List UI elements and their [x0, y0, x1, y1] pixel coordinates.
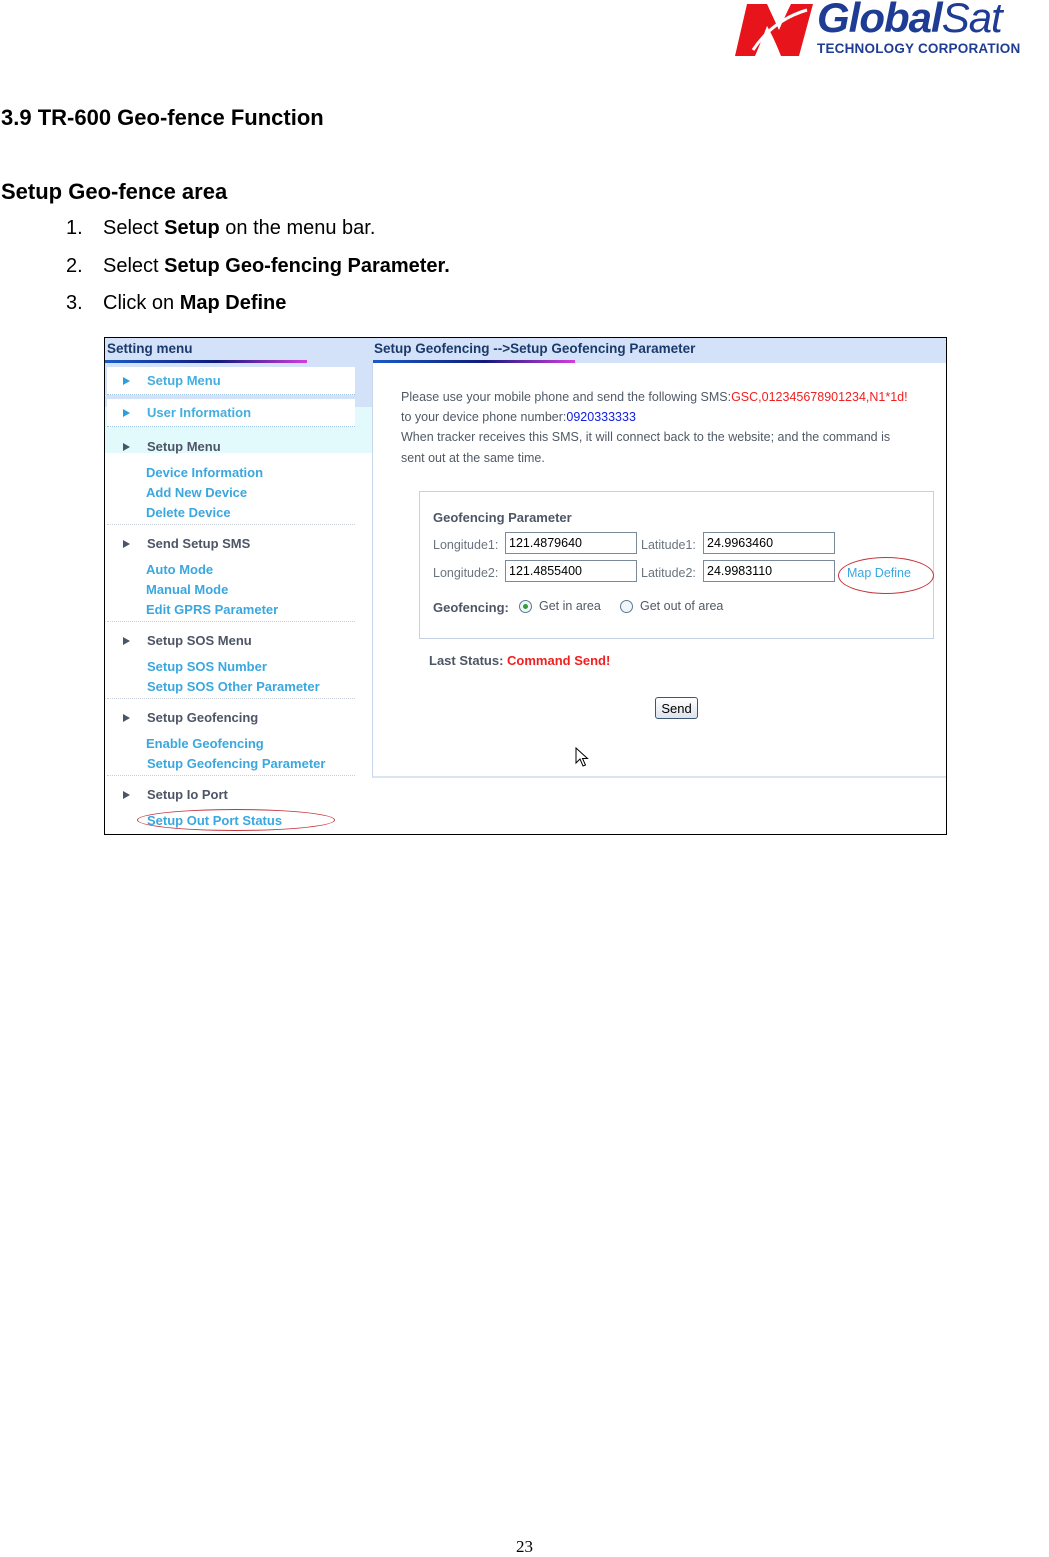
- menu-link-auto-mode[interactable]: Auto Mode: [146, 562, 213, 577]
- instruction-steps: 1. Select Setup on the menu bar. 2. Select…: [66, 217, 450, 330]
- latitude2-label: Latitude2:: [641, 566, 696, 580]
- last-status: Last Status: Command Send!: [429, 653, 611, 668]
- menu-link-add-new-device[interactable]: Add New Device: [146, 485, 247, 500]
- annotation-oval: [137, 809, 335, 831]
- param-box-title: Geofencing Parameter: [433, 510, 572, 525]
- menu-link-device-information[interactable]: Device Information: [146, 465, 263, 480]
- geofencing-mode-label: Geofencing:: [433, 600, 509, 615]
- triangle-right-icon: [123, 791, 130, 799]
- setting-menu-title: Setting menu: [107, 341, 193, 356]
- screenshot-figure: Setting menu Setup Geofencing -->Setup G…: [104, 337, 947, 835]
- instruction-line: sent out at the same time.: [401, 451, 545, 465]
- triangle-right-icon: [123, 540, 130, 548]
- menu-tab-user-information[interactable]: User Information: [107, 399, 355, 427]
- status-value: Command Send!: [507, 653, 611, 668]
- geofencing-parameter-box: Geofencing Parameter Longitude1: Latitud…: [419, 491, 934, 639]
- longitude2-label: Longitude2:: [433, 566, 499, 580]
- subsection-title: Setup Geo-fence area: [1, 179, 228, 204]
- mouse-cursor-icon: [575, 747, 589, 767]
- radio-get-out-of-area[interactable]: [620, 600, 633, 613]
- triangle-right-icon: [123, 443, 130, 451]
- menu-group-setup-sos-menu: Setup SOS Menu Setup SOS Number Setup SO…: [107, 627, 355, 699]
- page-number: 23: [516, 1537, 533, 1556]
- menu-link-setup-geofencing-parameter[interactable]: Setup Geofencing Parameter: [147, 756, 325, 771]
- menu-group-setup-menu: Setup Menu Device Information Add New De…: [107, 433, 355, 525]
- menu-link-setup-sos-number[interactable]: Setup SOS Number: [147, 659, 267, 674]
- section-title: 3.9 TR-600 Geo-fence Function: [1, 105, 324, 130]
- send-button[interactable]: Send: [655, 697, 698, 719]
- menu-group-send-setup-sms: Send Setup SMS Auto Mode Manual Mode Edi…: [107, 530, 355, 622]
- radio-get-in-area[interactable]: [519, 600, 532, 613]
- longitude1-label: Longitude1:: [433, 538, 499, 552]
- triangle-right-icon: [123, 637, 130, 645]
- company-logo: GlobalSat TECHNOLOGY CORPORATION: [733, 0, 1049, 62]
- logo-subtitle: TECHNOLOGY CORPORATION: [817, 41, 1021, 56]
- step-item: 3. Click on Map Define: [66, 292, 287, 314]
- title-underline: [105, 360, 307, 363]
- latitude1-input[interactable]: [703, 532, 835, 554]
- longitude1-input[interactable]: [505, 532, 637, 554]
- latitude1-label: Latitude1:: [641, 538, 696, 552]
- menu-link-edit-gprs-parameter[interactable]: Edit GPRS Parameter: [146, 602, 278, 617]
- longitude2-input[interactable]: [505, 560, 637, 582]
- triangle-right-icon: [123, 409, 130, 417]
- menu-group-setup-geofencing: Setup Geofencing Enable Geofencing Setup…: [107, 704, 355, 776]
- breadcrumb-title: Setup Geofencing -->Setup Geofencing Par…: [374, 341, 696, 356]
- radio-label: Get in area: [539, 599, 601, 613]
- triangle-right-icon: [123, 714, 130, 722]
- phone-instruction: to your device phone number:0920333333: [401, 410, 636, 424]
- menu-link-enable-geofencing[interactable]: Enable Geofencing: [146, 736, 264, 751]
- instruction-line: When tracker receives this SMS, it will …: [401, 430, 891, 444]
- logo-wordmark: GlobalSat: [817, 0, 1003, 41]
- geofencing-parameter-panel: Please use your mobile phone and send th…: [372, 363, 946, 778]
- radio-label: Get out of area: [640, 599, 724, 613]
- globalsat-n-logo-icon: [735, 4, 813, 56]
- latitude2-input[interactable]: [703, 560, 835, 582]
- menu-link-setup-sos-other-parameter[interactable]: Setup SOS Other Parameter: [147, 679, 320, 694]
- sms-instruction: Please use your mobile phone and send th…: [401, 390, 908, 404]
- sms-command: GSC,012345678901234,N1*1d!: [731, 390, 908, 404]
- menu-link-manual-mode[interactable]: Manual Mode: [146, 582, 228, 597]
- device-phone-number: 0920333333: [566, 410, 636, 424]
- step-item: 2. Select Setup Geo-fencing Parameter.: [66, 254, 450, 277]
- menu-tab-setup-menu[interactable]: Setup Menu: [107, 367, 355, 395]
- step-item: 1. Select Setup on the menu bar.: [66, 217, 376, 239]
- annotation-oval: [838, 557, 934, 594]
- triangle-right-icon: [123, 377, 130, 385]
- menu-link-delete-device[interactable]: Delete Device: [146, 505, 231, 520]
